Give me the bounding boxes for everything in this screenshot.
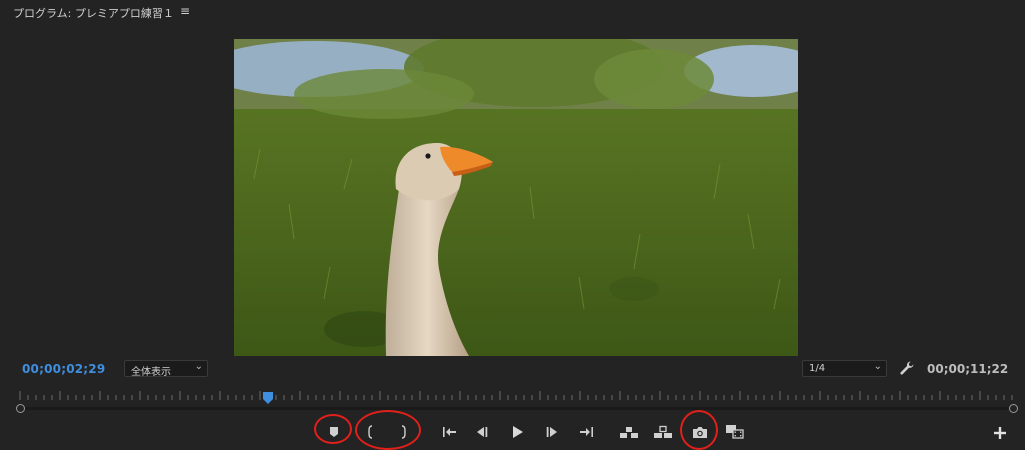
step-forward-icon bbox=[545, 426, 559, 438]
panel-title[interactable]: プログラム: プレミアプロ練習１ bbox=[13, 5, 174, 21]
plus-icon bbox=[993, 425, 1007, 444]
time-ruler[interactable] bbox=[16, 388, 1016, 402]
duration-timecode: 00;00;11;22 bbox=[927, 362, 1009, 376]
mark-in-button[interactable] bbox=[360, 422, 382, 442]
mark-in-icon bbox=[365, 425, 377, 439]
zoom-level-select[interactable]: 全体表示 ⌄ bbox=[124, 360, 208, 378]
comparison-view-button[interactable] bbox=[724, 422, 746, 442]
mark-out-button[interactable] bbox=[392, 422, 414, 442]
play-icon bbox=[510, 425, 524, 439]
settings-wrench-icon[interactable] bbox=[899, 360, 915, 376]
go-to-in-button[interactable] bbox=[439, 422, 461, 442]
program-monitor-video bbox=[234, 39, 798, 356]
current-timecode[interactable]: 00;00;02;29 bbox=[22, 362, 105, 376]
go-to-out-icon bbox=[578, 426, 594, 438]
chevron-down-icon: ⌄ bbox=[873, 361, 882, 372]
zoom-scroll-bar[interactable] bbox=[20, 407, 1012, 410]
step-forward-button[interactable] bbox=[541, 422, 563, 442]
lift-icon bbox=[619, 425, 639, 439]
panel-header: プログラム: プレミアプロ練習１ ≡ bbox=[0, 0, 1025, 24]
extract-icon bbox=[653, 425, 673, 439]
export-frame-button[interactable] bbox=[689, 422, 711, 442]
camera-icon bbox=[692, 426, 708, 439]
zoom-level-value: 全体表示 bbox=[131, 367, 171, 378]
play-button[interactable] bbox=[506, 422, 528, 442]
scroll-bar-left-handle[interactable] bbox=[16, 404, 25, 413]
marker-icon bbox=[328, 426, 340, 438]
lift-button[interactable] bbox=[618, 422, 640, 442]
go-to-out-button[interactable] bbox=[575, 422, 597, 442]
button-editor-button[interactable] bbox=[993, 425, 1007, 439]
hamburger-menu-icon[interactable]: ≡ bbox=[180, 4, 190, 18]
extract-button[interactable] bbox=[652, 422, 674, 442]
chevron-down-icon: ⌄ bbox=[194, 361, 203, 372]
playhead[interactable] bbox=[263, 389, 273, 404]
mark-out-icon bbox=[397, 425, 409, 439]
add-marker-button[interactable] bbox=[323, 422, 345, 442]
playback-resolution-value: 1/4 bbox=[809, 363, 826, 374]
comparison-view-icon bbox=[725, 424, 745, 440]
playback-resolution-select[interactable]: 1/4 ⌄ bbox=[802, 360, 887, 377]
step-back-icon bbox=[475, 426, 489, 438]
scroll-bar-right-handle[interactable] bbox=[1009, 404, 1018, 413]
step-back-button[interactable] bbox=[471, 422, 493, 442]
go-to-in-icon bbox=[442, 426, 458, 438]
